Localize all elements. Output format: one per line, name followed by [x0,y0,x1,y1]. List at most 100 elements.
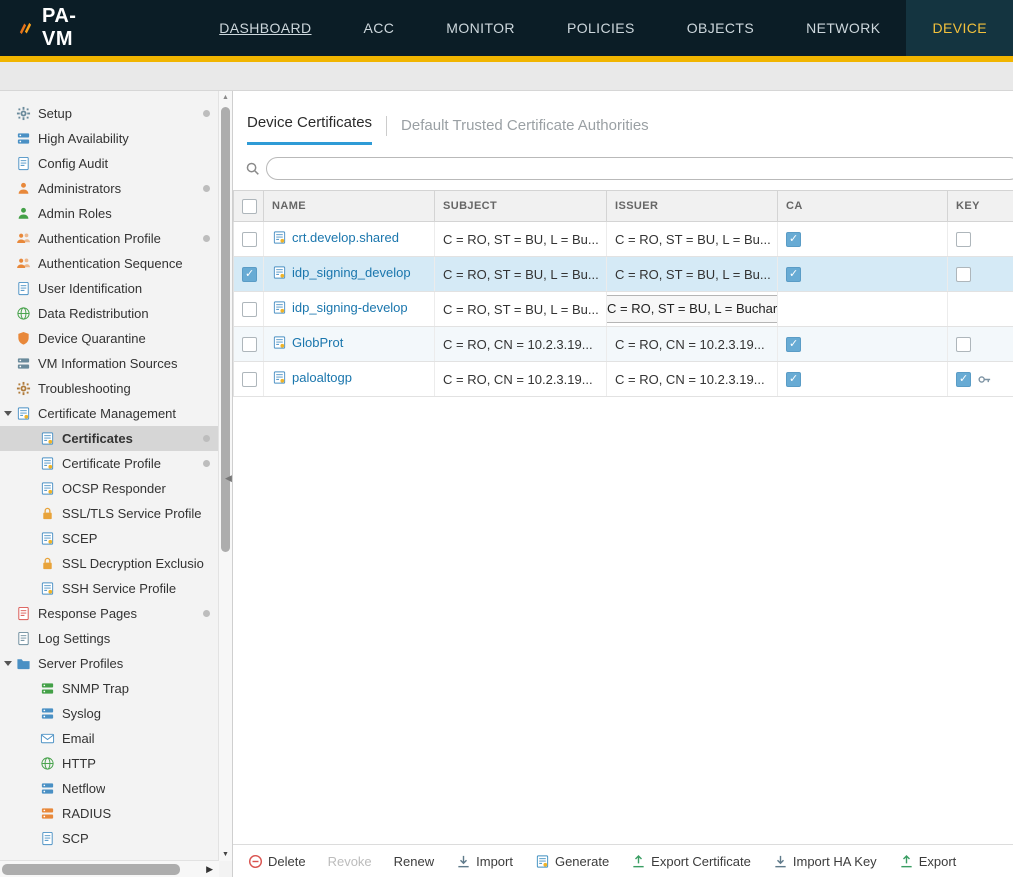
key-cell-wrap [948,222,1013,257]
column-header-key[interactable]: KEY [948,191,1013,222]
row-checkbox[interactable] [242,302,257,317]
sidebar-item-log-settings[interactable]: Log Settings [0,626,218,651]
certificate-link[interactable]: idp_signing-develop [292,300,408,315]
column-header-ca[interactable]: CA [778,191,948,222]
sidebar-item-certificate-management[interactable]: Certificate Management [0,401,218,426]
table-row[interactable]: idp_signing-develop C = RO, ST = BU, L = … [234,292,1013,327]
import-ha-key-button[interactable]: Import HA Key [762,854,888,869]
sidebar-item-response-pages[interactable]: Response Pages [0,601,218,626]
certificate-link[interactable]: GlobProt [292,335,343,350]
sidebar-item-authentication-profile[interactable]: Authentication Profile [0,226,218,251]
sidebar-hscroll-thumb[interactable] [2,864,180,875]
subject-cell: C = RO, ST = BU, L = Bu... [435,292,607,327]
column-header-issuer[interactable]: ISSUER [607,191,778,222]
sidebar-item-vm-information-sources[interactable]: VM Information Sources [0,351,218,376]
nav-item-dashboard[interactable]: DASHBOARD [193,0,337,56]
sidebar-item-administrators[interactable]: Administrators [0,176,218,201]
row-checkbox[interactable] [242,337,257,352]
certificates-table: NAMESUBJECTISSUERCAKEY crt.develop.share… [233,190,1013,397]
table-row[interactable]: GlobProtC = RO, CN = 10.2.3.19...C = RO,… [234,327,1013,362]
certificate-link[interactable]: crt.develop.shared [292,230,399,245]
sidebar-item-certificate-profile[interactable]: Certificate Profile [0,451,218,476]
sidebar-item-ocsp-responder[interactable]: OCSP Responder [0,476,218,501]
sidebar-item-setup[interactable]: Setup [0,101,218,126]
sidebar-item-radius[interactable]: RADIUS [0,801,218,826]
sidebar-item-config-audit[interactable]: Config Audit [0,151,218,176]
table-row[interactable]: paloaltogpC = RO, CN = 10.2.3.19...C = R… [234,362,1013,397]
sidebar-item-ssh-service-profile[interactable]: SSH Service Profile [0,576,218,601]
nav-item-network[interactable]: NETWORK [780,0,906,56]
expand-caret-icon[interactable] [4,411,12,416]
export-button[interactable]: Export [888,854,968,869]
toolbar-button-label: Import HA Key [793,854,877,869]
renew-button[interactable]: Renew [383,854,445,869]
select-all-checkbox[interactable] [242,199,257,214]
sidebar-horizontal-scrollbar[interactable]: ▶ [0,860,219,877]
table-row[interactable]: idp_signing_developC = RO, ST = BU, L = … [234,257,1013,292]
scroll-down-arrow-icon[interactable]: ▼ [219,851,232,858]
nav-item-monitor[interactable]: MONITOR [420,0,541,56]
sidebar-item-certificates[interactable]: Certificates [0,426,218,451]
scroll-right-arrow-icon[interactable]: ▶ [206,864,213,875]
column-header-subject[interactable]: SUBJECT [435,191,607,222]
sidebar-item-label: Troubleshooting [38,381,131,396]
sidebar-item-user-identification[interactable]: User Identification [0,276,218,301]
sidebar-item-server-profiles[interactable]: Server Profiles [0,651,218,676]
export-certificate-button[interactable]: Export Certificate [620,854,762,869]
sidebar-item-ssl-decryption-exclusio[interactable]: SSL Decryption Exclusio [0,551,218,576]
nav-item-policies[interactable]: POLICIES [541,0,661,56]
certificate-link[interactable]: paloaltogp [292,370,352,385]
sidebar-item-authentication-sequence[interactable]: Authentication Sequence [0,251,218,276]
revoke-button[interactable]: Revoke [317,854,383,869]
name-cell-wrap: idp_signing_develop [264,257,435,292]
nav-item-device[interactable]: DEVICE [906,0,1013,56]
sidebar-item-high-availability[interactable]: High Availability [0,126,218,151]
sidebar-item-syslog[interactable]: Syslog [0,701,218,726]
mail-icon [40,731,55,746]
sidebar-item-http[interactable]: HTTP [0,751,218,776]
tab-default-trusted-certificate-authorities[interactable]: Default Trusted Certificate Authorities [401,117,649,145]
key-checkbox [956,372,971,387]
row-checkbox[interactable] [242,267,257,282]
sidebar-item-device-quarantine[interactable]: Device Quarantine [0,326,218,351]
row-checkbox[interactable] [242,232,257,247]
issuer-expanded-value: C = RO, ST = BU, L = Bucharest, O = Veri… [607,295,778,323]
sidebar-item-data-redistribution[interactable]: Data Redistribution [0,301,218,326]
server-icon [40,681,55,696]
sidebar-collapse-handle[interactable]: ◀ [225,473,232,484]
import-button[interactable]: Import [445,854,524,869]
status-dot [203,110,210,117]
sidebar-item-email[interactable]: Email [0,726,218,751]
lock-icon [40,556,55,571]
cert-icon [40,581,55,596]
sidebar-item-scep[interactable]: SCEP [0,526,218,551]
nav-item-objects[interactable]: OBJECTS [661,0,780,56]
delete-button[interactable]: Delete [237,854,317,869]
sidebar-item-netflow[interactable]: Netflow [0,776,218,801]
tab-device-certificates[interactable]: Device Certificates [247,114,372,145]
column-header-name[interactable]: NAME [264,191,435,222]
table-header-row: NAMESUBJECTISSUERCAKEY [234,191,1013,222]
certificate-link[interactable]: idp_signing_develop [292,265,411,280]
sidebar-item-ssl-tls-service-profile[interactable]: SSL/TLS Service Profile [0,501,218,526]
sidebar-item-troubleshooting[interactable]: Troubleshooting [0,376,218,401]
name-cell-wrap: idp_signing-develop [264,292,435,327]
table-row[interactable]: crt.develop.shared C = RO, ST = BU, L = B… [234,222,1013,257]
search-input[interactable] [266,157,1013,180]
sidebar-item-admin-roles[interactable]: Admin Roles [0,201,218,226]
expand-caret-icon[interactable] [4,661,12,666]
sidebar-item-label: Email [62,731,95,746]
scroll-up-arrow-icon[interactable]: ▲ [219,94,232,101]
nav-item-acc[interactable]: ACC [338,0,421,56]
sidebar-item-snmp-trap[interactable]: SNMP Trap [0,676,218,701]
key-cell [956,232,1013,247]
sidebar-vscroll-thumb[interactable] [221,107,230,552]
row-checkbox[interactable] [242,372,257,387]
sidebar-tree: SetupHigh AvailabilityConfig AuditAdmini… [0,91,232,851]
generate-button[interactable]: Generate [524,854,620,869]
issuer-cell: C = RO, ST = BU, L = Bu... [607,222,778,257]
select-all-header [234,191,264,222]
nav-menu: DASHBOARDACCMONITORPOLICIESOBJECTSNETWOR… [193,0,1013,56]
main-panel: Device Certificates Default Trusted Cert… [233,91,1013,877]
sidebar-item-scp[interactable]: SCP [0,826,218,851]
